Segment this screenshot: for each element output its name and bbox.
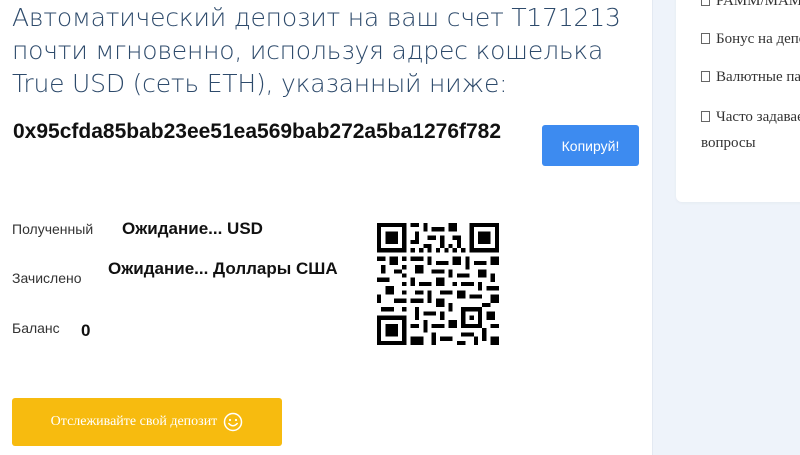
copy-button[interactable]: Копируй! <box>542 125 639 166</box>
sidebar-item-label: PAMM/МАМ <box>716 0 800 9</box>
document-icon <box>701 0 710 6</box>
received-label: Полученный <box>12 221 94 237</box>
track-deposit-button[interactable]: Отслеживайте свой депозит <box>12 398 282 446</box>
track-deposit-label: Отслеживайте свой депозит <box>50 414 218 429</box>
qr-code <box>377 223 499 345</box>
balance-value: 0 <box>81 321 91 340</box>
sidebar-item-pamm[interactable]: PAMM/МАМ <box>701 0 800 10</box>
received-value: Ожидание... USD <box>122 219 263 238</box>
sidebar-item-currency-pairs[interactable]: Валютные пары <box>701 69 800 86</box>
wallet-address[interactable]: 0x95cfda85bab23ee51ea569bab272a5ba1276f7… <box>13 116 528 147</box>
document-icon <box>701 111 710 122</box>
sidebar-item-faq-line2[interactable]: вопросы <box>701 135 756 152</box>
sidebar-item-bonus[interactable]: Бонус на депозит <box>701 31 800 48</box>
credited-value: Ожидание... Доллары США <box>108 259 338 278</box>
document-icon <box>701 71 710 82</box>
sidebar-item-label: Часто задаваемые <box>716 109 800 125</box>
sidebar-item-faq[interactable]: Часто задаваемые <box>701 109 800 126</box>
sidebar-item-label: Бонус на депозит <box>716 31 800 47</box>
document-icon <box>701 33 710 44</box>
deposit-panel: Автоматический депозит на ваш счет T1712… <box>0 0 652 455</box>
sidebar-item-label: Валютные пары <box>716 69 800 85</box>
balance-label: Баланс <box>12 320 60 336</box>
sidebar-item-label: вопросы <box>701 135 756 151</box>
deposit-intro-text: Автоматический депозит на ваш счет T1712… <box>12 3 621 98</box>
credited-label: Зачислено <box>12 270 82 286</box>
smile-icon <box>224 412 243 432</box>
